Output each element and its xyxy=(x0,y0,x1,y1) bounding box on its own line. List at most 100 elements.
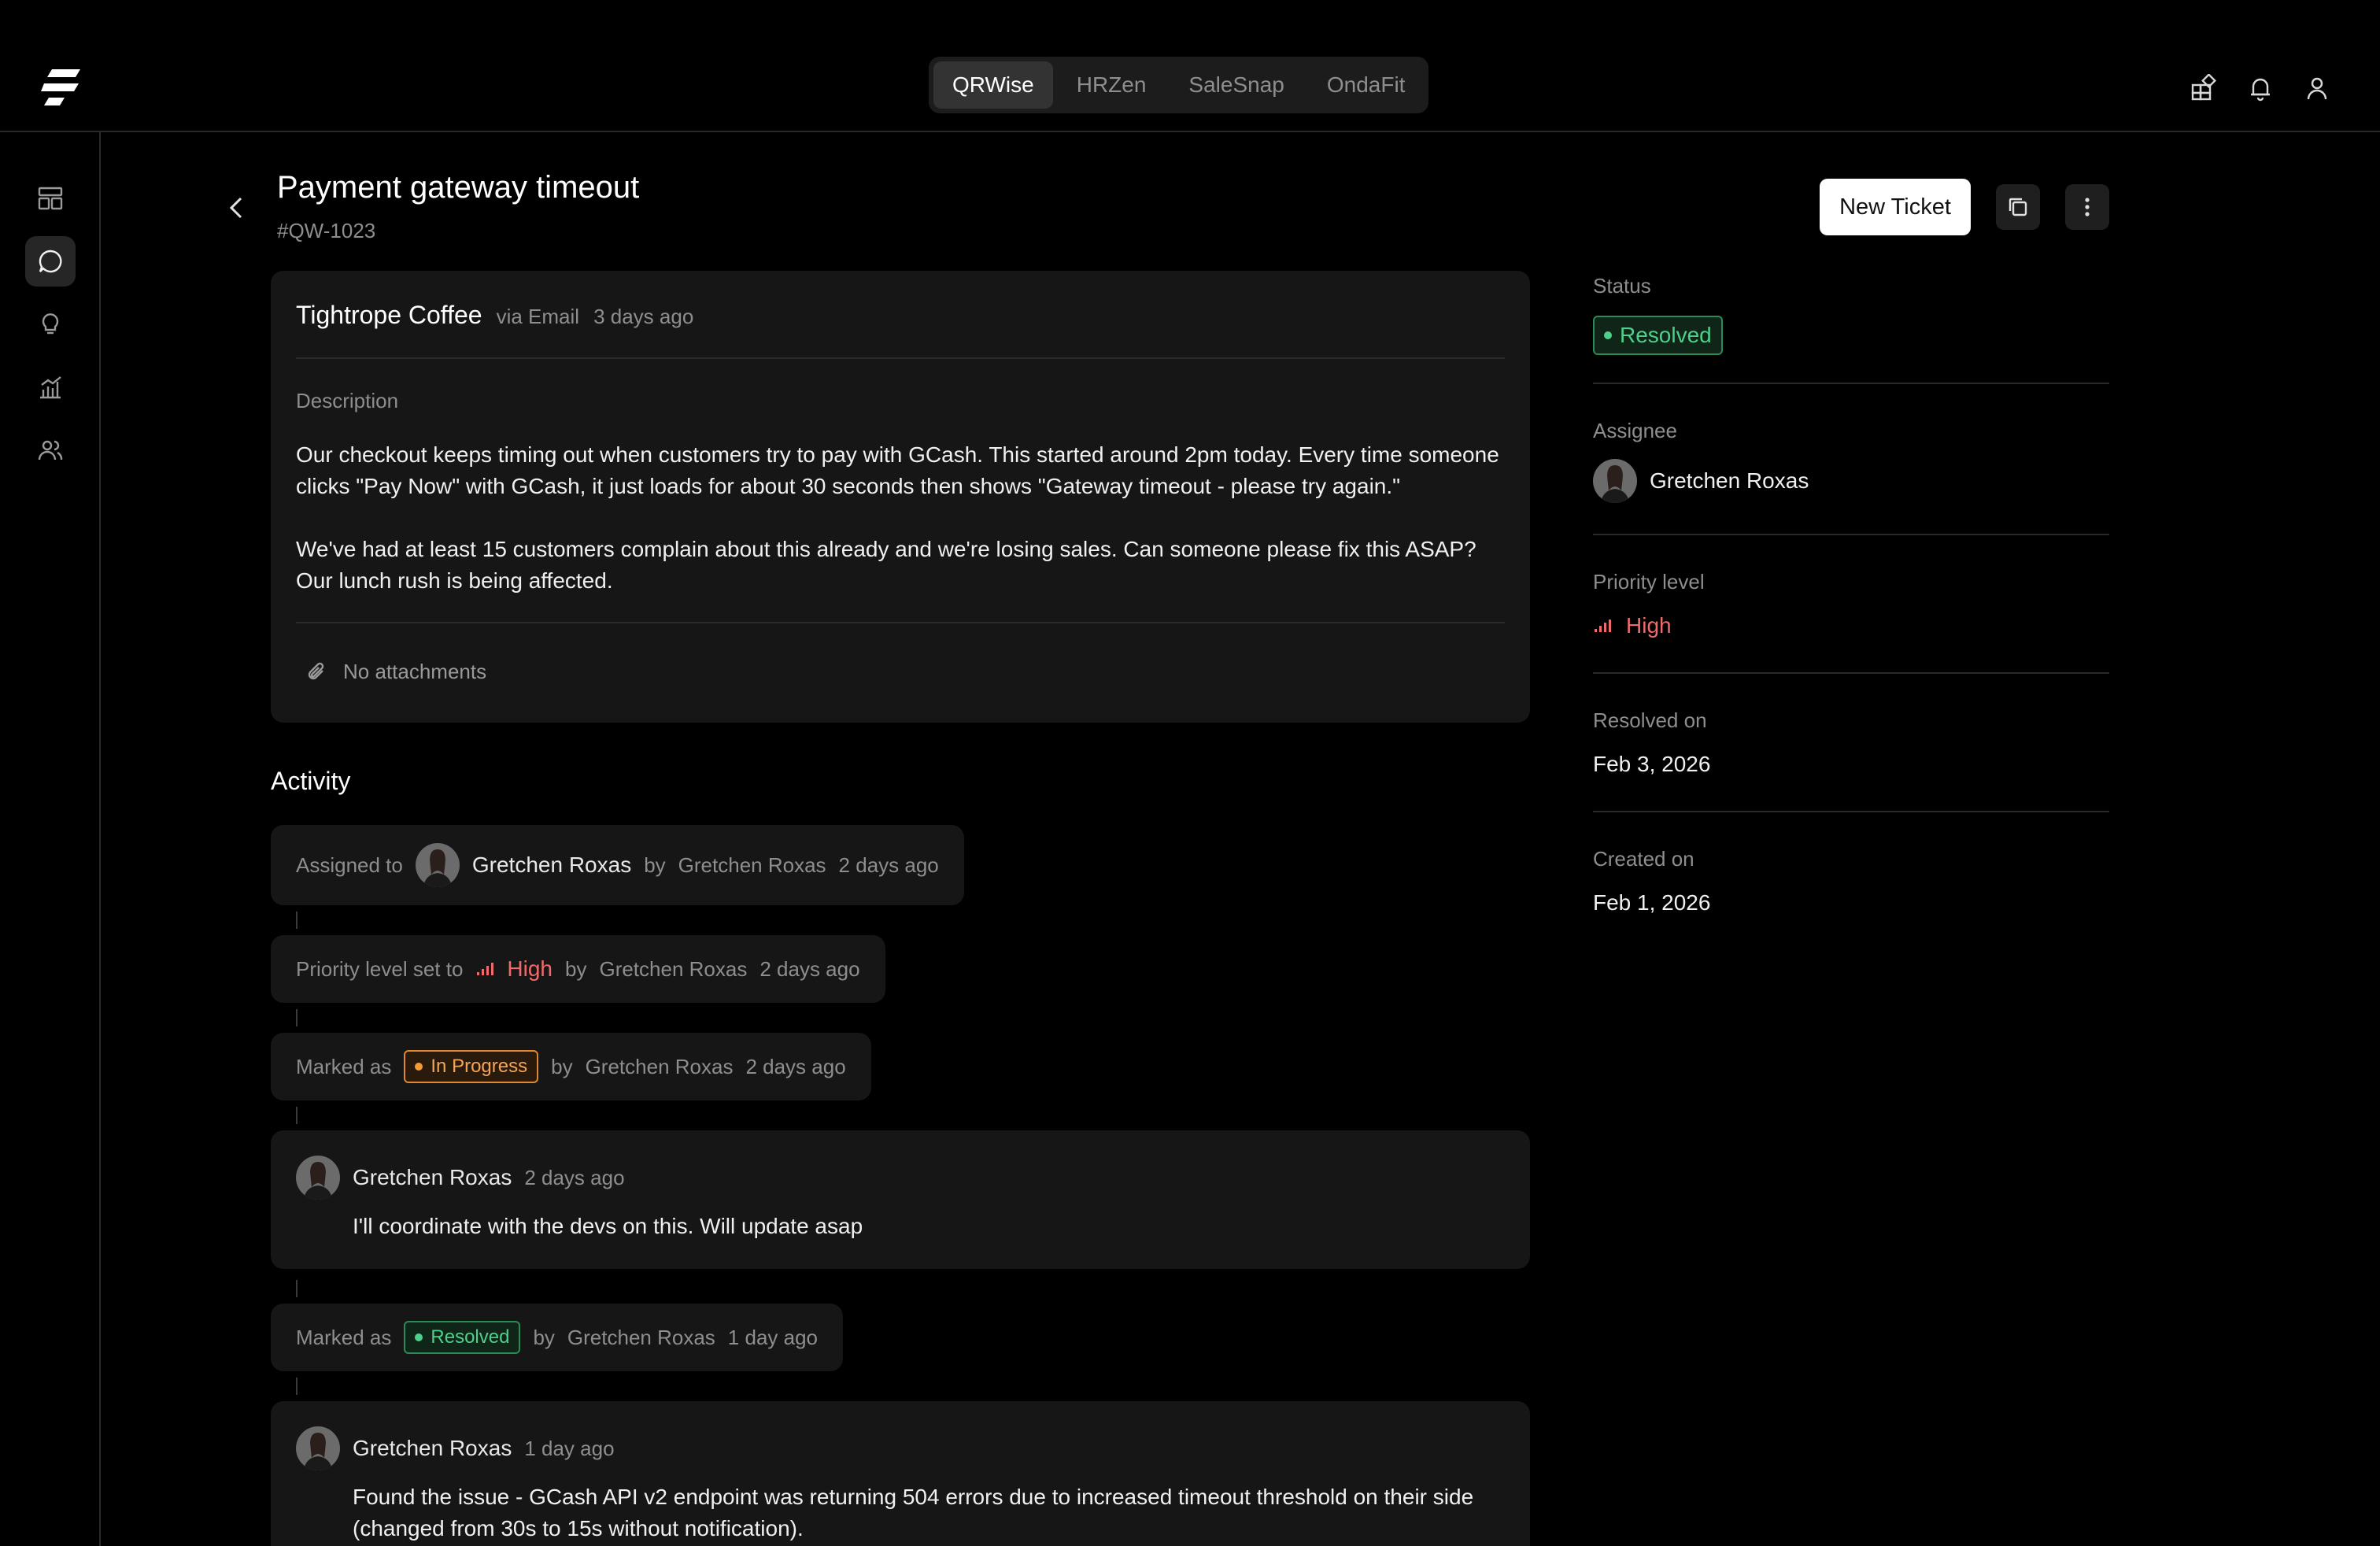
actor-name: Gretchen Roxas xyxy=(678,853,826,877)
activity-time: 1 day ago xyxy=(727,1325,819,1349)
resolved-label: Resolved on xyxy=(1593,708,1707,732)
page-title: Payment gateway timeout xyxy=(277,170,640,205)
status-value: Resolved xyxy=(1620,323,1712,347)
back-button[interactable] xyxy=(224,192,250,224)
description-paragraph: We've had at least 15 customers complain… xyxy=(296,537,1476,593)
avatar xyxy=(296,1426,340,1470)
status-dropdown[interactable]: Resolved xyxy=(1593,316,1723,355)
timeline-connector xyxy=(296,1378,298,1395)
by-text: by xyxy=(644,853,666,877)
resolved-section: Resolved on Feb 3, 2026 xyxy=(1593,708,2109,777)
tab-salesnap[interactable]: SaleSnap xyxy=(1170,61,1303,109)
attachments-text: No attachments xyxy=(343,660,487,683)
tab-ondafit[interactable]: OndaFit xyxy=(1308,61,1425,109)
app-switcher: QRWise HRZen SaleSnap OndaFit xyxy=(929,57,1429,113)
activity-time: 2 days ago xyxy=(838,853,939,877)
comment-text: Found the issue - GCash API v2 endpoint … xyxy=(353,1485,1474,1540)
ticket-id: #QW-1023 xyxy=(277,219,376,242)
ticket-channel: via Email xyxy=(496,305,580,328)
activity-prefix: Marked as xyxy=(296,1054,392,1078)
assignee-picker[interactable]: Gretchen Roxas xyxy=(1593,459,2109,503)
activity-time: 2 days ago xyxy=(759,956,860,981)
priority-picker[interactable]: High xyxy=(1593,613,2109,638)
resolved-date: Feb 3, 2026 xyxy=(1593,752,1711,776)
comment-author: Gretchen Roxas xyxy=(353,1436,512,1460)
activity-status-progress: Marked as In Progress by Gretchen Roxas … xyxy=(271,1033,871,1100)
customer-name[interactable]: Tightrope Coffee xyxy=(296,301,482,330)
sidebar xyxy=(0,132,101,1546)
divider xyxy=(296,357,1505,359)
priority-level: High xyxy=(507,956,552,981)
apps-icon[interactable] xyxy=(2190,74,2218,102)
status-section: Status Resolved xyxy=(1593,274,2109,355)
timeline-connector xyxy=(296,1280,298,1297)
actor-name: Gretchen Roxas xyxy=(567,1325,715,1349)
divider xyxy=(1593,811,2109,812)
by-text: by xyxy=(533,1325,555,1349)
ticket-age: 3 days ago xyxy=(593,305,694,328)
by-text: by xyxy=(565,956,587,981)
sidebar-item-users[interactable] xyxy=(25,425,76,475)
attachments: No attachments xyxy=(305,660,486,684)
comment: Gretchen Roxas 2 days ago I'll coordinat… xyxy=(271,1130,1530,1269)
sidebar-item-tickets[interactable] xyxy=(25,236,76,287)
tab-qrwise[interactable]: QRWise xyxy=(933,61,1053,109)
created-date: Feb 1, 2026 xyxy=(1593,890,1711,915)
priority-value: High xyxy=(1626,613,1672,638)
priority-signal-icon xyxy=(475,961,494,977)
assignee-name: Gretchen Roxas xyxy=(1650,468,1809,493)
created-label: Created on xyxy=(1593,847,1694,871)
chat-icon xyxy=(37,248,64,275)
analytics-icon xyxy=(37,374,64,401)
status-dot xyxy=(415,1063,423,1071)
logo-icon[interactable] xyxy=(41,68,85,107)
assignee-label: Assignee xyxy=(1593,419,1677,442)
status-badge: In Progress xyxy=(404,1050,539,1083)
more-vertical-icon xyxy=(2075,195,2099,219)
tab-hrzen[interactable]: HRZen xyxy=(1058,61,1166,109)
created-section: Created on Feb 1, 2026 xyxy=(1593,847,2109,915)
actor-name: Gretchen Roxas xyxy=(585,1054,734,1078)
activity-heading: Activity xyxy=(271,767,351,795)
lightbulb-icon xyxy=(37,311,64,338)
copy-button[interactable] xyxy=(1996,184,2040,230)
new-ticket-button[interactable]: New Ticket xyxy=(1820,179,1971,235)
assignee-section: Assignee Gretchen Roxas xyxy=(1593,419,2109,503)
activity-prefix: Marked as xyxy=(296,1325,392,1349)
activity-prefix: Priority level set to xyxy=(296,956,464,981)
users-icon xyxy=(37,437,64,464)
comment-header: Gretchen Roxas 2 days ago xyxy=(296,1156,625,1200)
status-text: Resolved xyxy=(431,1326,510,1348)
activity-prefix: Assigned to xyxy=(296,853,403,877)
description-label: Description xyxy=(296,389,399,412)
status-label: Status xyxy=(1593,274,1651,298)
priority-signal-icon xyxy=(1593,618,1612,634)
more-options-button[interactable] xyxy=(2065,184,2109,230)
avatar xyxy=(1593,459,1637,503)
comment: Gretchen Roxas 1 day ago Found the issue… xyxy=(271,1401,1530,1546)
actor-name: Gretchen Roxas xyxy=(599,956,748,981)
bell-icon[interactable] xyxy=(2246,74,2275,102)
activity-time: 2 days ago xyxy=(745,1054,846,1078)
comment-header: Gretchen Roxas 1 day ago xyxy=(296,1426,615,1470)
activity-priority: Priority level set to High by Gretchen R… xyxy=(271,935,885,1003)
avatar xyxy=(415,843,460,887)
timeline-connector xyxy=(296,912,298,929)
comment-time: 1 day ago xyxy=(524,1436,615,1460)
user-icon[interactable] xyxy=(2303,74,2331,102)
by-text: by xyxy=(551,1054,573,1078)
priority-section: Priority level High xyxy=(1593,570,2109,638)
sidebar-item-ideas[interactable] xyxy=(25,299,76,350)
paperclip-icon xyxy=(305,660,329,684)
divider xyxy=(1593,534,2109,535)
sidebar-item-dashboard[interactable] xyxy=(25,173,76,224)
assignee-name: Gretchen Roxas xyxy=(471,853,632,877)
avatar xyxy=(296,1156,340,1200)
status-text: In Progress xyxy=(431,1056,528,1077)
description-paragraph: Our checkout keeps timing out when custo… xyxy=(296,442,1499,498)
dashboard-icon xyxy=(37,185,64,212)
status-wrap: Resolved xyxy=(1593,316,2109,355)
divider xyxy=(1593,383,2109,384)
description-text: Our checkout keeps timing out when custo… xyxy=(296,439,1508,628)
sidebar-item-analytics[interactable] xyxy=(25,362,76,412)
